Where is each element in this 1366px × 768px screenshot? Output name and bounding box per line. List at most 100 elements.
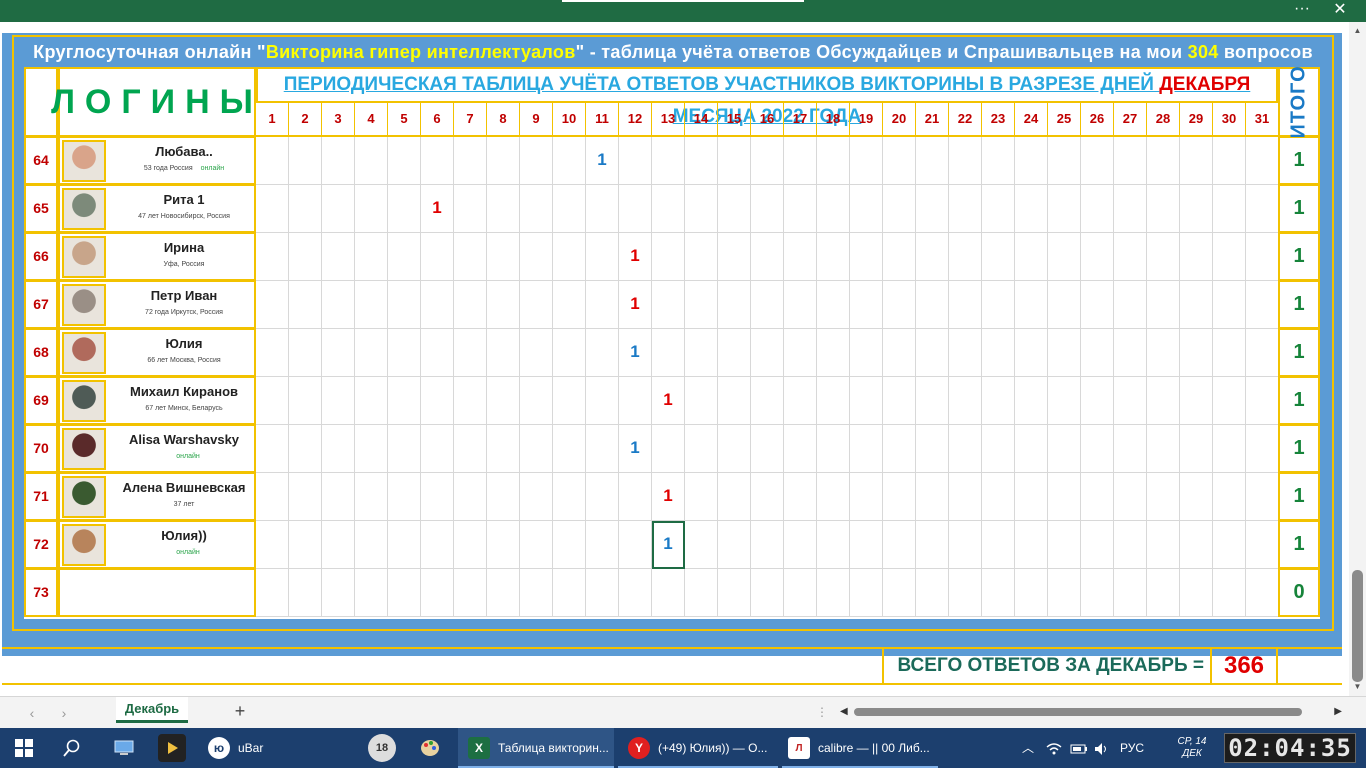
- day-header-26[interactable]: 26: [1081, 103, 1114, 137]
- day-header-24[interactable]: 24: [1015, 103, 1048, 137]
- day-cell[interactable]: [1081, 329, 1114, 377]
- day-header-18[interactable]: 18: [817, 103, 850, 137]
- answer-count-cell[interactable]: 1: [586, 137, 619, 185]
- day-cell[interactable]: [883, 521, 916, 569]
- day-cell[interactable]: [850, 281, 883, 329]
- answer-count-cell[interactable]: 1: [652, 473, 685, 521]
- day-cell[interactable]: [751, 473, 784, 521]
- day-cell[interactable]: [784, 185, 817, 233]
- day-cell[interactable]: [718, 281, 751, 329]
- day-cell[interactable]: [487, 233, 520, 281]
- day-cell[interactable]: [487, 473, 520, 521]
- day-cell[interactable]: [850, 377, 883, 425]
- day-cell[interactable]: [685, 329, 718, 377]
- day-cell[interactable]: [619, 137, 652, 185]
- day-header-8[interactable]: 8: [487, 103, 520, 137]
- summary-value[interactable]: 366: [1212, 649, 1278, 683]
- day-cell[interactable]: [1180, 377, 1213, 425]
- tray-overflow-icon[interactable]: ︿: [1022, 728, 1034, 768]
- day-header-31[interactable]: 31: [1246, 103, 1279, 137]
- row-number[interactable]: 69: [24, 377, 58, 425]
- day-cell[interactable]: [1048, 425, 1081, 473]
- day-cell[interactable]: [487, 329, 520, 377]
- day-cell[interactable]: [520, 137, 553, 185]
- day-cell[interactable]: [322, 281, 355, 329]
- vertical-scroll-thumb[interactable]: [1352, 570, 1363, 682]
- day-cell[interactable]: [1015, 185, 1048, 233]
- day-cell[interactable]: [949, 473, 982, 521]
- day-cell[interactable]: [784, 377, 817, 425]
- day-cell[interactable]: [1015, 329, 1048, 377]
- day-cell[interactable]: [1048, 569, 1081, 617]
- day-cell[interactable]: [1081, 473, 1114, 521]
- answer-count-cell[interactable]: 1: [652, 521, 685, 569]
- day-cell[interactable]: [1081, 281, 1114, 329]
- day-header-27[interactable]: 27: [1114, 103, 1147, 137]
- more-options-button[interactable]: ···: [1290, 0, 1314, 18]
- day-header-4[interactable]: 4: [355, 103, 388, 137]
- day-cell[interactable]: [1114, 377, 1147, 425]
- itogo-header[interactable]: ИТОГО: [1278, 65, 1320, 139]
- day-cell[interactable]: [586, 425, 619, 473]
- windows-start-icon[interactable]: [10, 734, 38, 762]
- day-cell[interactable]: [553, 185, 586, 233]
- splitter-handle-icon[interactable]: ⋮: [816, 703, 828, 721]
- row-total[interactable]: 1: [1278, 473, 1320, 521]
- day-cell[interactable]: [256, 425, 289, 473]
- day-cell[interactable]: [1015, 377, 1048, 425]
- day-cell[interactable]: [520, 473, 553, 521]
- day-header-6[interactable]: 6: [421, 103, 454, 137]
- day-cell[interactable]: [289, 377, 322, 425]
- day-cell[interactable]: [685, 521, 718, 569]
- day-cell[interactable]: [553, 281, 586, 329]
- row-total[interactable]: 1: [1278, 281, 1320, 329]
- day-cell[interactable]: [916, 377, 949, 425]
- day-cell[interactable]: [1114, 569, 1147, 617]
- day-cell[interactable]: [421, 233, 454, 281]
- day-cell[interactable]: [784, 569, 817, 617]
- day-cell[interactable]: [916, 137, 949, 185]
- day-cell[interactable]: [982, 425, 1015, 473]
- day-cell[interactable]: [718, 521, 751, 569]
- day-header-30[interactable]: 30: [1213, 103, 1246, 137]
- day-cell[interactable]: [817, 329, 850, 377]
- day-cell[interactable]: [289, 185, 322, 233]
- day-cell[interactable]: [1048, 473, 1081, 521]
- day-cell[interactable]: [718, 329, 751, 377]
- day-cell[interactable]: [1180, 329, 1213, 377]
- day-cell[interactable]: [256, 377, 289, 425]
- day-cell[interactable]: [553, 473, 586, 521]
- day-cell[interactable]: [388, 521, 421, 569]
- day-cell[interactable]: [685, 569, 718, 617]
- taskbar-app-calibre[interactable]: Л calibre — || 00 Либ...: [782, 728, 938, 768]
- day-cell[interactable]: [1048, 137, 1081, 185]
- day-cell[interactable]: [619, 569, 652, 617]
- day-cell[interactable]: [982, 329, 1015, 377]
- login-cell[interactable]: Михаил Киранов 67 лет Минск, Беларусь: [58, 377, 256, 425]
- day-cell[interactable]: [817, 473, 850, 521]
- day-cell[interactable]: [949, 281, 982, 329]
- day-header-7[interactable]: 7: [454, 103, 487, 137]
- day-cell[interactable]: [487, 137, 520, 185]
- day-cell[interactable]: [784, 137, 817, 185]
- day-cell[interactable]: [883, 377, 916, 425]
- day-cell[interactable]: [718, 473, 751, 521]
- day-header-15[interactable]: 15: [718, 103, 751, 137]
- day-cell[interactable]: [586, 473, 619, 521]
- day-cell[interactable]: [322, 185, 355, 233]
- day-cell[interactable]: [982, 137, 1015, 185]
- day-cell[interactable]: [982, 569, 1015, 617]
- day-cell[interactable]: [1213, 425, 1246, 473]
- day-header-22[interactable]: 22: [949, 103, 982, 137]
- worksheet[interactable]: Круглосуточная онлайн "Викторина гипер и…: [0, 22, 1349, 696]
- taskbar-app-ubar[interactable]: ю uBar: [208, 728, 273, 768]
- login-cell[interactable]: Юлия)) онлайн: [58, 521, 256, 569]
- scroll-down-icon[interactable]: ▼: [1349, 680, 1366, 694]
- day-cell[interactable]: [817, 233, 850, 281]
- day-cell[interactable]: [1246, 521, 1279, 569]
- day-cell[interactable]: [256, 137, 289, 185]
- login-cell[interactable]: Любава.. 53 года Россия онлайн: [58, 137, 256, 185]
- day-header-11[interactable]: 11: [586, 103, 619, 137]
- day-cell[interactable]: [355, 281, 388, 329]
- day-cell[interactable]: [355, 137, 388, 185]
